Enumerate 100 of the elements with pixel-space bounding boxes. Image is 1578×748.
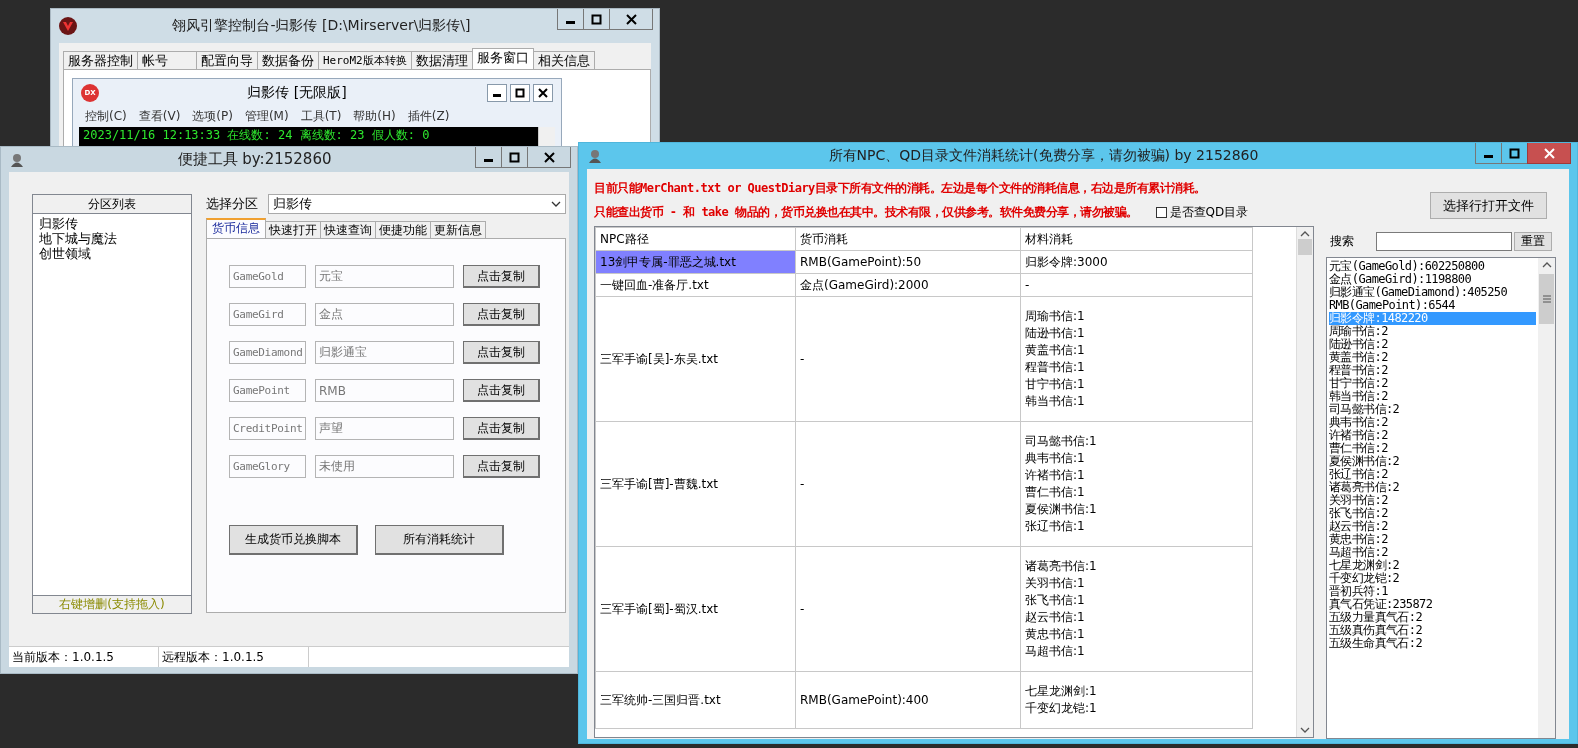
tab[interactable]: 数据清理 [410, 51, 473, 69]
list-item[interactable]: 归影通宝(GameDiamond):405250 [1329, 286, 1536, 299]
input-field[interactable]: 金点 [315, 303, 454, 326]
list-item[interactable]: 陆逊书信:2 [1329, 338, 1536, 351]
scroll-thumb[interactable] [1298, 239, 1312, 255]
copy-button[interactable]: 点击复制 [463, 341, 540, 364]
list-item[interactable]: 张飞书信:2 [1329, 507, 1536, 520]
action-button[interactable]: 生成货币兑换脚本 [229, 525, 358, 555]
list-item[interactable]: 关羽书信:2 [1329, 494, 1536, 507]
tab[interactable]: 相关信息 [532, 51, 595, 69]
tab[interactable]: 数据备份 [257, 51, 319, 69]
input-field[interactable]: GameDiamond [229, 341, 306, 364]
list-item[interactable]: RMB(GamePoint):6544 [1329, 299, 1536, 312]
list-item[interactable]: 五级力量真气石:2 [1329, 611, 1536, 624]
input-field[interactable]: GameGird [229, 303, 306, 326]
grip-icon [1542, 295, 1551, 303]
list-item[interactable]: 夏侯渊书信:2 [1329, 455, 1536, 468]
action-button[interactable]: 所有消耗统计 [375, 525, 504, 555]
list-item[interactable]: 真气石凭证:235872 [1329, 598, 1536, 611]
table-cell[interactable]: 三军手谕[曹]-曹魏.txt [595, 421, 796, 547]
list-item[interactable]: 赵云书信:2 [1329, 520, 1536, 533]
list-item[interactable]: 司马懿书信:2 [1329, 403, 1536, 416]
table-cell[interactable]: 一键回血-准备厅.txt [595, 273, 796, 297]
list-item[interactable]: 诸葛亮书信:2 [1329, 481, 1536, 494]
list-item[interactable]: 许褚书信:2 [1329, 429, 1536, 442]
copy-button[interactable]: 点击复制 [463, 455, 540, 478]
list-item[interactable]: 黄忠书信:2 [1329, 533, 1536, 546]
tab[interactable]: 服务器控制 [63, 51, 138, 69]
status-text: 当前版本：1.0.1.5 [9, 647, 159, 667]
list-item[interactable]: 金点(GameGird):1198800 [1329, 273, 1536, 286]
search-field[interactable] [1376, 232, 1512, 251]
list-item[interactable]: 五级生命真气石:2 [1329, 637, 1536, 650]
list-item[interactable]: 周瑜书信:2 [1329, 325, 1536, 338]
input-field[interactable]: GameGlory [229, 455, 306, 478]
input-field[interactable]: 声望 [315, 417, 454, 440]
list-item[interactable]: 马超书信:2 [1329, 546, 1536, 559]
menu-item[interactable]: 帮助(H) [353, 107, 396, 125]
table-cell-text: 赵云书信:1 [1025, 609, 1086, 626]
list-item[interactable]: 元宝(GameGold):602250800 [1329, 260, 1536, 273]
tab[interactable]: 货币信息 [206, 218, 266, 238]
minimize-button[interactable] [475, 147, 502, 168]
minimize-button[interactable] [557, 9, 584, 30]
column-header[interactable]: 货币消耗 [795, 227, 1021, 251]
copy-button[interactable]: 点击复制 [463, 417, 540, 440]
list-item[interactable]: 晋初兵符:1 [1329, 585, 1536, 598]
copy-button[interactable]: 点击复制 [463, 265, 540, 288]
tab[interactable]: 配置向导 [196, 51, 258, 69]
menu-item[interactable]: 工具(T) [300, 107, 342, 125]
input-field[interactable]: GameGold [229, 265, 306, 288]
close-button[interactable] [527, 147, 571, 168]
list-item[interactable]: 五级真伤真气石:2 [1329, 624, 1536, 637]
list-item[interactable]: 创世领域 [39, 246, 185, 261]
list-item[interactable]: 典韦书信:2 [1329, 416, 1536, 429]
minimize-button[interactable] [1475, 143, 1502, 164]
list-item[interactable]: 曹仁书信:2 [1329, 442, 1536, 455]
partition-dropdown[interactable]: 归影传 [268, 194, 566, 214]
tab[interactable]: 帐号 [137, 51, 197, 69]
list-item[interactable]: 张辽书信:2 [1329, 468, 1536, 481]
menu-item[interactable]: 控制(C) [85, 107, 127, 125]
copy-button[interactable]: 点击复制 [463, 379, 540, 402]
table-cell[interactable]: 13剑甲专属-罪恶之城.txt [595, 250, 796, 274]
minimize-button[interactable] [487, 84, 507, 102]
tab[interactable]: 快速查询 [320, 221, 376, 238]
list-item[interactable]: 韩当书信:2 [1329, 390, 1536, 403]
tab[interactable]: 快速打开 [265, 221, 321, 238]
table-cell[interactable]: 三军手谕[吴]-东吴.txt [595, 296, 796, 422]
open-file-button[interactable]: 选择行打开文件 [1430, 192, 1547, 219]
list-item[interactable]: 程普书信:2 [1329, 364, 1536, 377]
input-field[interactable]: 未使用 [315, 455, 454, 478]
scroll-thumb[interactable] [1539, 274, 1554, 324]
reset-button[interactable]: 重置 [1514, 232, 1552, 251]
list-item[interactable]: 千变幻龙铠:2 [1329, 572, 1536, 585]
tab[interactable]: 更新信息 [430, 221, 486, 238]
table-cell[interactable]: 三军统帅-三国归晋.txt [595, 671, 796, 729]
list-item[interactable]: 地下城与魔法 [39, 231, 185, 246]
input-field[interactable]: 归影通宝 [315, 341, 454, 364]
list-item[interactable]: 归影传 [39, 216, 185, 231]
list-item[interactable]: 七星龙渊剑:2 [1329, 559, 1536, 572]
input-field[interactable]: 元宝 [315, 265, 454, 288]
maximize-button[interactable] [510, 84, 530, 102]
menu-item[interactable]: 管理(M) [244, 107, 289, 125]
list-item[interactable]: 黄盖书信:2 [1329, 351, 1536, 364]
close-button[interactable] [1527, 143, 1571, 164]
input-field[interactable]: RMB [315, 379, 454, 402]
menu-item[interactable]: 选项(P) [192, 107, 233, 125]
input-field[interactable]: GamePoint [229, 379, 306, 402]
input-field[interactable]: CreditPoint [229, 417, 306, 440]
close-button[interactable] [533, 84, 553, 102]
tab[interactable]: 服务窗口 [471, 48, 534, 69]
table-cell[interactable]: 三军手谕[蜀]-蜀汉.txt [595, 546, 796, 672]
close-button[interactable] [609, 9, 653, 30]
checkbox[interactable] [1155, 206, 1167, 218]
list-item[interactable]: 甘宁书信:2 [1329, 377, 1536, 390]
menu-item[interactable]: 插件(Z) [407, 107, 450, 125]
tab[interactable]: 便捷功能 [375, 221, 431, 238]
tab[interactable]: HeroM2版本转换 [318, 51, 412, 69]
menu-item[interactable]: 查看(V) [138, 107, 181, 125]
column-header[interactable]: 材料消耗 [1020, 227, 1253, 251]
column-header[interactable]: NPC路径 [595, 227, 796, 251]
copy-button[interactable]: 点击复制 [463, 303, 540, 326]
